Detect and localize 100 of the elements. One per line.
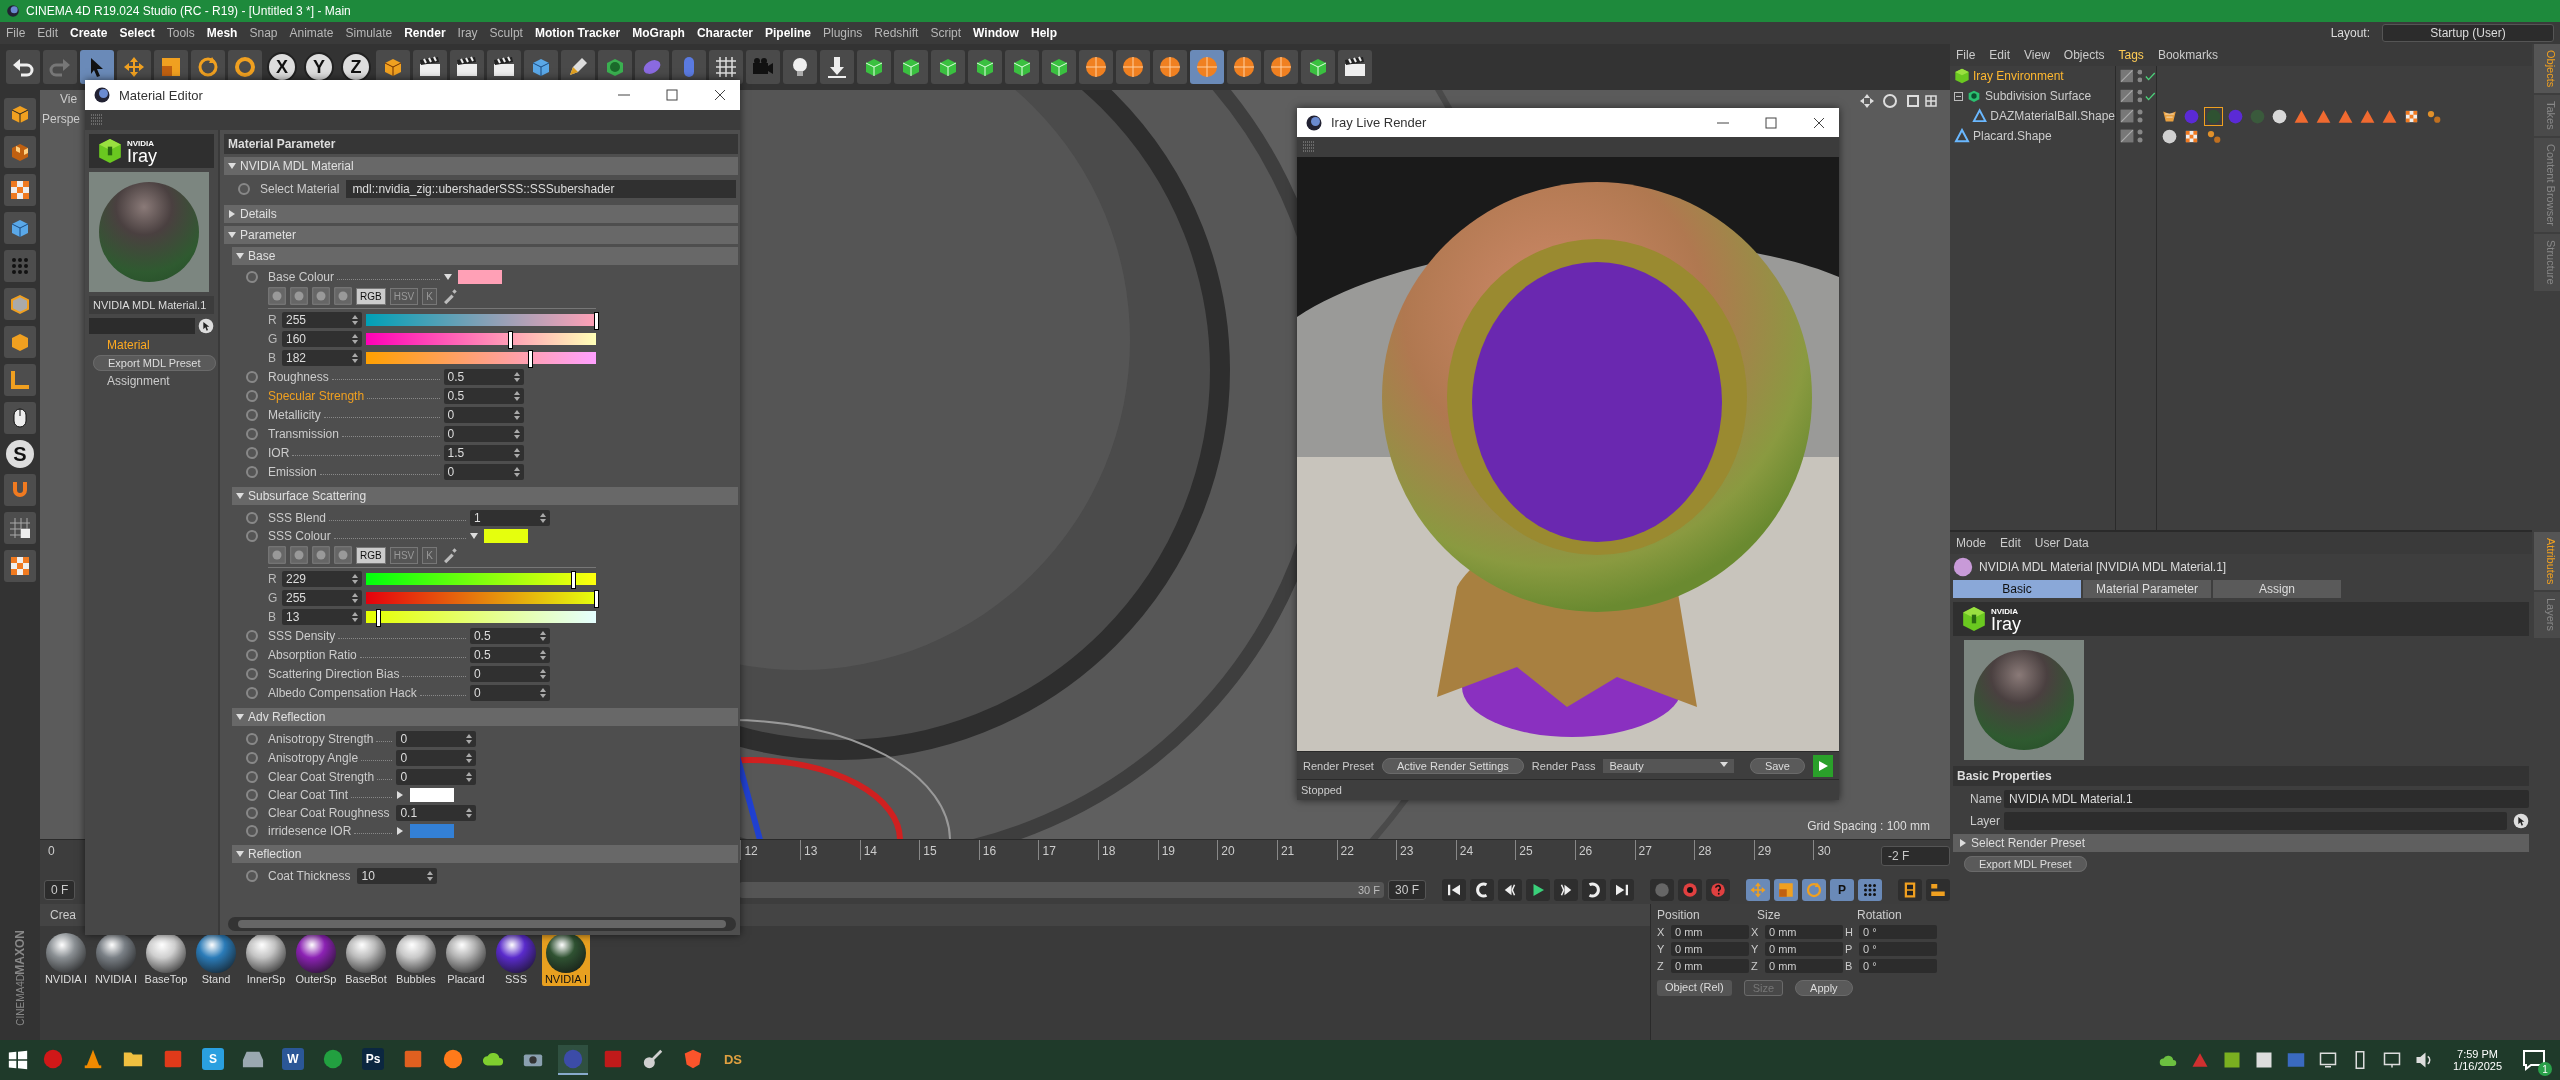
menu-item[interactable]: Simulate [345,26,393,40]
value-field[interactable]: 0 mm [1671,959,1749,973]
tab[interactable]: Material Parameter [2083,580,2211,598]
number-field[interactable]: 0.5 [469,628,550,644]
number-field[interactable]: 229 [282,571,362,587]
menu-item[interactable]: Tools [166,26,195,40]
object-name[interactable]: DAZMaterialBall.Shape [1990,109,2115,123]
group-title[interactable]: Parameter [240,228,297,242]
value-field[interactable]: 0 mm [1765,959,1843,973]
number-field[interactable]: 0.1 [396,805,477,821]
menu-item[interactable]: Character [696,26,753,40]
menu-item[interactable]: Select [119,26,155,40]
material-thumbnail[interactable]: BaseBot [342,932,390,986]
number-field[interactable]: 0 [396,731,477,747]
menu-item[interactable]: Create [70,26,108,40]
group-title[interactable]: Adv Reflection [248,710,326,724]
value-field[interactable]: 0 mm [1671,925,1749,939]
coordinate-mode-dropdown[interactable]: Object (Rel) [1657,980,1732,996]
menu-item[interactable]: Tags [2118,48,2144,62]
toolbar-button[interactable]: Z [341,52,371,82]
menu-item[interactable]: Motion Tracker [534,26,621,40]
menu-item[interactable]: Edit [1989,48,2011,62]
group-title[interactable]: Subsurface Scattering [248,489,367,503]
render-settings-button[interactable]: Active Render Settings [1381,757,1524,774]
group-title[interactable]: NVIDIA MDL Material [240,159,354,173]
object-name[interactable]: Subdivision Surface [1985,89,2092,103]
export-preset-button[interactable]: Export MDL Preset [93,355,216,371]
end-frame-field[interactable]: 30 F [1388,880,1426,900]
number-field[interactable]: 1.5 [443,445,524,461]
menu-item[interactable]: Iray [457,26,478,40]
menu-item[interactable]: Window [973,26,1019,40]
number-field[interactable]: 0 [443,426,524,442]
value-field[interactable]: 0 mm [1765,942,1843,956]
group-title[interactable]: Select Render Preset [1971,836,2086,850]
menu-item[interactable]: Sculpt [489,26,523,40]
material-path-field[interactable]: mdl::nvidia_zig::ubershaderSSS::SSSubershader [346,180,736,198]
material-thumbnail[interactable]: NVIDIA I [542,932,590,986]
number-field[interactable]: 0 [469,666,550,682]
channel-item[interactable]: Assignment [89,374,214,388]
number-field[interactable]: 160 [282,331,362,347]
number-field[interactable]: 0.5 [443,369,524,385]
parameter-button[interactable]: P [1830,879,1854,901]
color-mode-button[interactable]: RGB [356,546,386,564]
name-field[interactable]: NVIDIA MDL Material.1 [2004,790,2529,808]
layout-dropdown[interactable]: Startup (User) [2382,24,2554,42]
number-field[interactable]: 13 [282,609,362,625]
side-tab[interactable]: Attributes [2534,532,2560,591]
menu-item[interactable]: Objects [2063,48,2105,62]
channel-item[interactable]: Material [89,338,214,352]
number-field[interactable]: 10 [357,868,438,884]
material-name-field[interactable]: NVIDIA MDL Material.1 [89,296,214,314]
tab[interactable]: Basic [1953,580,2081,598]
color-mode-button[interactable]: RGB [356,287,386,305]
toolbar-button[interactable]: Y [304,52,334,82]
menu-item[interactable]: Crea [50,908,76,922]
value-field[interactable]: 0 mm [1765,925,1843,939]
menu-item[interactable]: File [6,26,26,40]
material-thumbnail[interactable]: NVIDIA I [42,932,90,986]
value-field[interactable]: 0 ° [1859,959,1937,973]
menu-item[interactable]: Snap [249,26,278,40]
material-thumbnail[interactable]: BaseTop [142,932,190,986]
material-thumbnail[interactable]: Placard [442,932,490,986]
menu-item[interactable]: File [1956,48,1976,62]
snap-button[interactable]: S [6,440,34,468]
value-field[interactable]: 0 ° [1859,942,1937,956]
number-field[interactable]: 1 [469,510,550,526]
material-thumbnail[interactable]: InnerSp [242,932,290,986]
taskbar-app[interactable]: DS [718,1045,748,1075]
value-field[interactable]: 0 mm [1671,942,1749,956]
menu-item[interactable]: Render [404,26,446,40]
number-field[interactable]: 0.5 [443,388,524,404]
menu-item[interactable]: Pipeline [765,26,811,40]
material-thumbnail[interactable]: Stand [192,932,240,986]
menu-item[interactable]: Bookmarks [2157,48,2218,62]
tab[interactable]: Assign [2213,580,2341,598]
menu-item[interactable]: Edit [2000,536,2021,550]
material-thumbnail[interactable]: SSS [492,932,540,986]
number-field[interactable]: 0.5 [469,647,550,663]
menu-item[interactable]: Mode [1956,536,1987,550]
number-field[interactable]: 255 [282,590,362,606]
menu-item[interactable]: Help [1030,26,1057,40]
frame-range-slider[interactable]: 30 F [739,882,1384,898]
render-pass-dropdown[interactable]: Beauty [1603,758,1734,773]
export-preset-button[interactable]: Export MDL Preset [1964,856,2087,872]
material-thumbnail[interactable]: NVIDIA I [92,932,140,986]
menu-item[interactable]: Plugins [823,26,863,40]
number-field[interactable]: 255 [282,312,362,328]
menu-item[interactable]: Mesh [206,26,238,40]
side-tab[interactable]: Objects [2534,44,2560,94]
group-title[interactable]: Base [248,249,276,263]
number-field[interactable]: 0 [443,407,524,423]
menu-item[interactable]: View [2024,48,2050,62]
material-thumbnail[interactable]: Bubbles [392,932,440,986]
value-field[interactable]: 0 ° [1859,925,1937,939]
menu-item[interactable]: MoGraph [632,26,685,40]
save-button[interactable]: Save [1749,757,1805,774]
menu-item[interactable]: Script [930,26,962,40]
menu-item[interactable]: Redshift [874,26,919,40]
toolbar-button[interactable]: X [267,52,297,82]
menu-item[interactable]: User Data [2034,536,2089,550]
